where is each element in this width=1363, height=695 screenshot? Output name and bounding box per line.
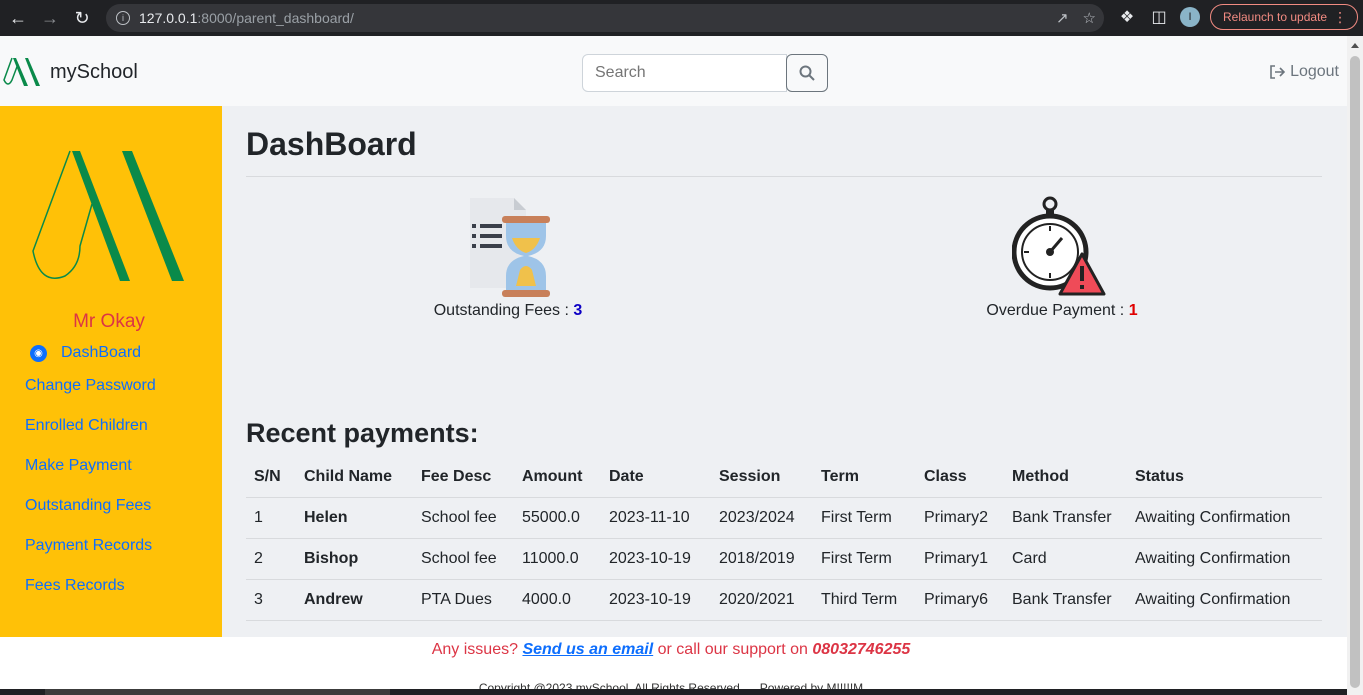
outstanding-fees-stat: Outstanding Fees : 3 bbox=[433, 302, 583, 319]
back-icon[interactable]: ← bbox=[4, 4, 32, 32]
forward-icon[interactable]: → bbox=[36, 4, 64, 32]
column-header-term: Term bbox=[813, 458, 916, 498]
cell-term: Third Term bbox=[813, 579, 916, 621]
cell-status: Awaiting Confirmation bbox=[1127, 538, 1322, 580]
cell-class: Primary1 bbox=[916, 538, 1004, 580]
column-header-sn: S/N bbox=[246, 458, 296, 498]
overdue-payment-count: 1 bbox=[1128, 302, 1138, 319]
support-phone: 08032746255 bbox=[812, 641, 911, 658]
cell-child-name: Bishop bbox=[296, 538, 413, 580]
column-header-class: Class bbox=[916, 458, 1004, 498]
user-name: Mr Okay bbox=[73, 311, 145, 332]
sidebar-item-make-payment[interactable]: Make Payment bbox=[25, 457, 132, 475]
cell-fee-desc: School fee bbox=[413, 538, 514, 580]
document-hourglass-icon bbox=[470, 198, 550, 297]
kebab-menu-icon: ⋮ bbox=[1333, 9, 1348, 25]
cell-amount: 4000.0 bbox=[514, 579, 601, 621]
sidebar: Mr Okay ◉ DashBoard Change Password Enro… bbox=[0, 106, 222, 637]
sidebar-item-outstanding-fees[interactable]: Outstanding Fees bbox=[25, 497, 151, 515]
column-header-child-name: Child Name bbox=[296, 458, 413, 498]
column-header-session: Session bbox=[711, 458, 813, 498]
main-content: DashBoard Outstanding Fees : 3 Overdue P… bbox=[222, 106, 1347, 637]
sidebar-item-payment-records[interactable]: Payment Records bbox=[25, 537, 152, 555]
outstanding-fees-count: 3 bbox=[573, 302, 583, 319]
cell-class: Primary2 bbox=[916, 497, 1004, 539]
recent-payments-table: S/N Child Name Fee Desc Amount Date Sess… bbox=[246, 458, 1322, 621]
site-info-icon[interactable]: i bbox=[116, 11, 130, 25]
column-header-date: Date bbox=[601, 458, 711, 498]
search-button[interactable] bbox=[786, 54, 828, 92]
search-input[interactable] bbox=[582, 54, 787, 92]
title-divider bbox=[246, 176, 1322, 177]
recent-payments-title: Recent payments: bbox=[246, 418, 479, 448]
cell-date: 2023-11-10 bbox=[601, 497, 711, 539]
cell-session: 2023/2024 bbox=[711, 497, 813, 539]
cell-fee-desc: PTA Dues bbox=[413, 579, 514, 621]
brand-link[interactable]: mySchool bbox=[2, 56, 138, 88]
table-row: 1 Helen School fee 55000.0 2023-11-10 20… bbox=[246, 497, 1322, 539]
dashboard-gauge-icon: ◉ bbox=[30, 344, 47, 362]
cell-date: 2023-10-19 bbox=[601, 579, 711, 621]
url-text: 127.0.0.1:8000/parent_dashboard/ bbox=[139, 10, 354, 26]
sidebar-item-enrolled-children[interactable]: Enrolled Children bbox=[25, 417, 148, 435]
relaunch-button[interactable]: Relaunch to update ⋮ bbox=[1210, 4, 1359, 30]
cell-child-name: Helen bbox=[296, 497, 413, 539]
stopwatch-warning-icon bbox=[1012, 196, 1106, 296]
column-header-method: Method bbox=[1004, 458, 1127, 498]
address-bar[interactable]: i 127.0.0.1:8000/parent_dashboard/ ↗ ☆ bbox=[106, 4, 1104, 32]
footer: Any issues? Send us an email or call our… bbox=[0, 637, 1347, 695]
cell-fee-desc: School fee bbox=[413, 497, 514, 539]
browser-toolbar: ← → ↻ i 127.0.0.1:8000/parent_dashboard/… bbox=[0, 0, 1363, 36]
overdue-payment-stat: Overdue Payment : 1 bbox=[986, 302, 1138, 319]
sidebar-item-dashboard[interactable]: ◉ DashBoard bbox=[30, 344, 141, 362]
column-header-status: Status bbox=[1127, 458, 1322, 498]
bookmark-star-icon[interactable]: ☆ bbox=[1083, 9, 1096, 27]
myschool-logo-icon bbox=[3, 57, 40, 86]
logout-icon bbox=[1270, 65, 1286, 79]
cell-status: Awaiting Confirmation bbox=[1127, 579, 1322, 621]
cell-child-name: Andrew bbox=[296, 579, 413, 621]
cell-term: First Term bbox=[813, 497, 916, 539]
table-row: 3 Andrew PTA Dues 4000.0 2023-10-19 2020… bbox=[246, 579, 1322, 621]
page-scrollbar[interactable] bbox=[1347, 36, 1363, 695]
cell-term: First Term bbox=[813, 538, 916, 580]
scroll-up-arrow-icon[interactable] bbox=[1351, 43, 1359, 48]
cell-amount: 11000.0 bbox=[514, 538, 601, 580]
cell-session: 2020/2021 bbox=[711, 579, 813, 621]
search-form bbox=[582, 54, 828, 92]
cell-method: Card bbox=[1004, 538, 1127, 580]
cell-amount: 55000.0 bbox=[514, 497, 601, 539]
sidebar-item-fees-records[interactable]: Fees Records bbox=[25, 577, 125, 595]
profile-avatar[interactable]: I bbox=[1180, 7, 1200, 27]
cell-status: Awaiting Confirmation bbox=[1127, 497, 1322, 539]
column-header-fee-desc: Fee Desc bbox=[413, 458, 514, 498]
page-title: DashBoard bbox=[246, 126, 417, 162]
logout-link[interactable]: Logout bbox=[1270, 63, 1339, 81]
share-icon[interactable]: ↗ bbox=[1056, 9, 1069, 27]
cell-sn: 1 bbox=[246, 497, 296, 539]
cell-method: Bank Transfer bbox=[1004, 579, 1127, 621]
cell-date: 2023-10-19 bbox=[601, 538, 711, 580]
school-logo-icon bbox=[32, 150, 184, 281]
cell-session: 2018/2019 bbox=[711, 538, 813, 580]
os-taskbar bbox=[0, 689, 1347, 695]
search-icon bbox=[799, 65, 815, 81]
send-email-link[interactable]: Send us an email bbox=[522, 641, 653, 658]
taskbar-segment bbox=[45, 689, 390, 695]
reload-icon[interactable]: ↻ bbox=[68, 4, 96, 32]
extensions-puzzle-icon[interactable]: ❖ bbox=[1116, 7, 1138, 27]
side-panel-icon[interactable]: ◫ bbox=[1148, 7, 1170, 27]
column-header-amount: Amount bbox=[514, 458, 601, 498]
cell-class: Primary6 bbox=[916, 579, 1004, 621]
scrollbar-thumb[interactable] bbox=[1350, 56, 1360, 688]
table-row: 2 Bishop School fee 11000.0 2023-10-19 2… bbox=[246, 538, 1322, 580]
cell-sn: 2 bbox=[246, 538, 296, 580]
footer-support-text: Any issues? Send us an email or call our… bbox=[431, 641, 911, 658]
cell-sn: 3 bbox=[246, 579, 296, 621]
sidebar-item-change-password[interactable]: Change Password bbox=[25, 377, 156, 395]
app-navbar: mySchool Logout bbox=[0, 36, 1347, 106]
cell-method: Bank Transfer bbox=[1004, 497, 1127, 539]
brand-name: mySchool bbox=[50, 60, 138, 83]
table-header-row: S/N Child Name Fee Desc Amount Date Sess… bbox=[246, 458, 1322, 498]
